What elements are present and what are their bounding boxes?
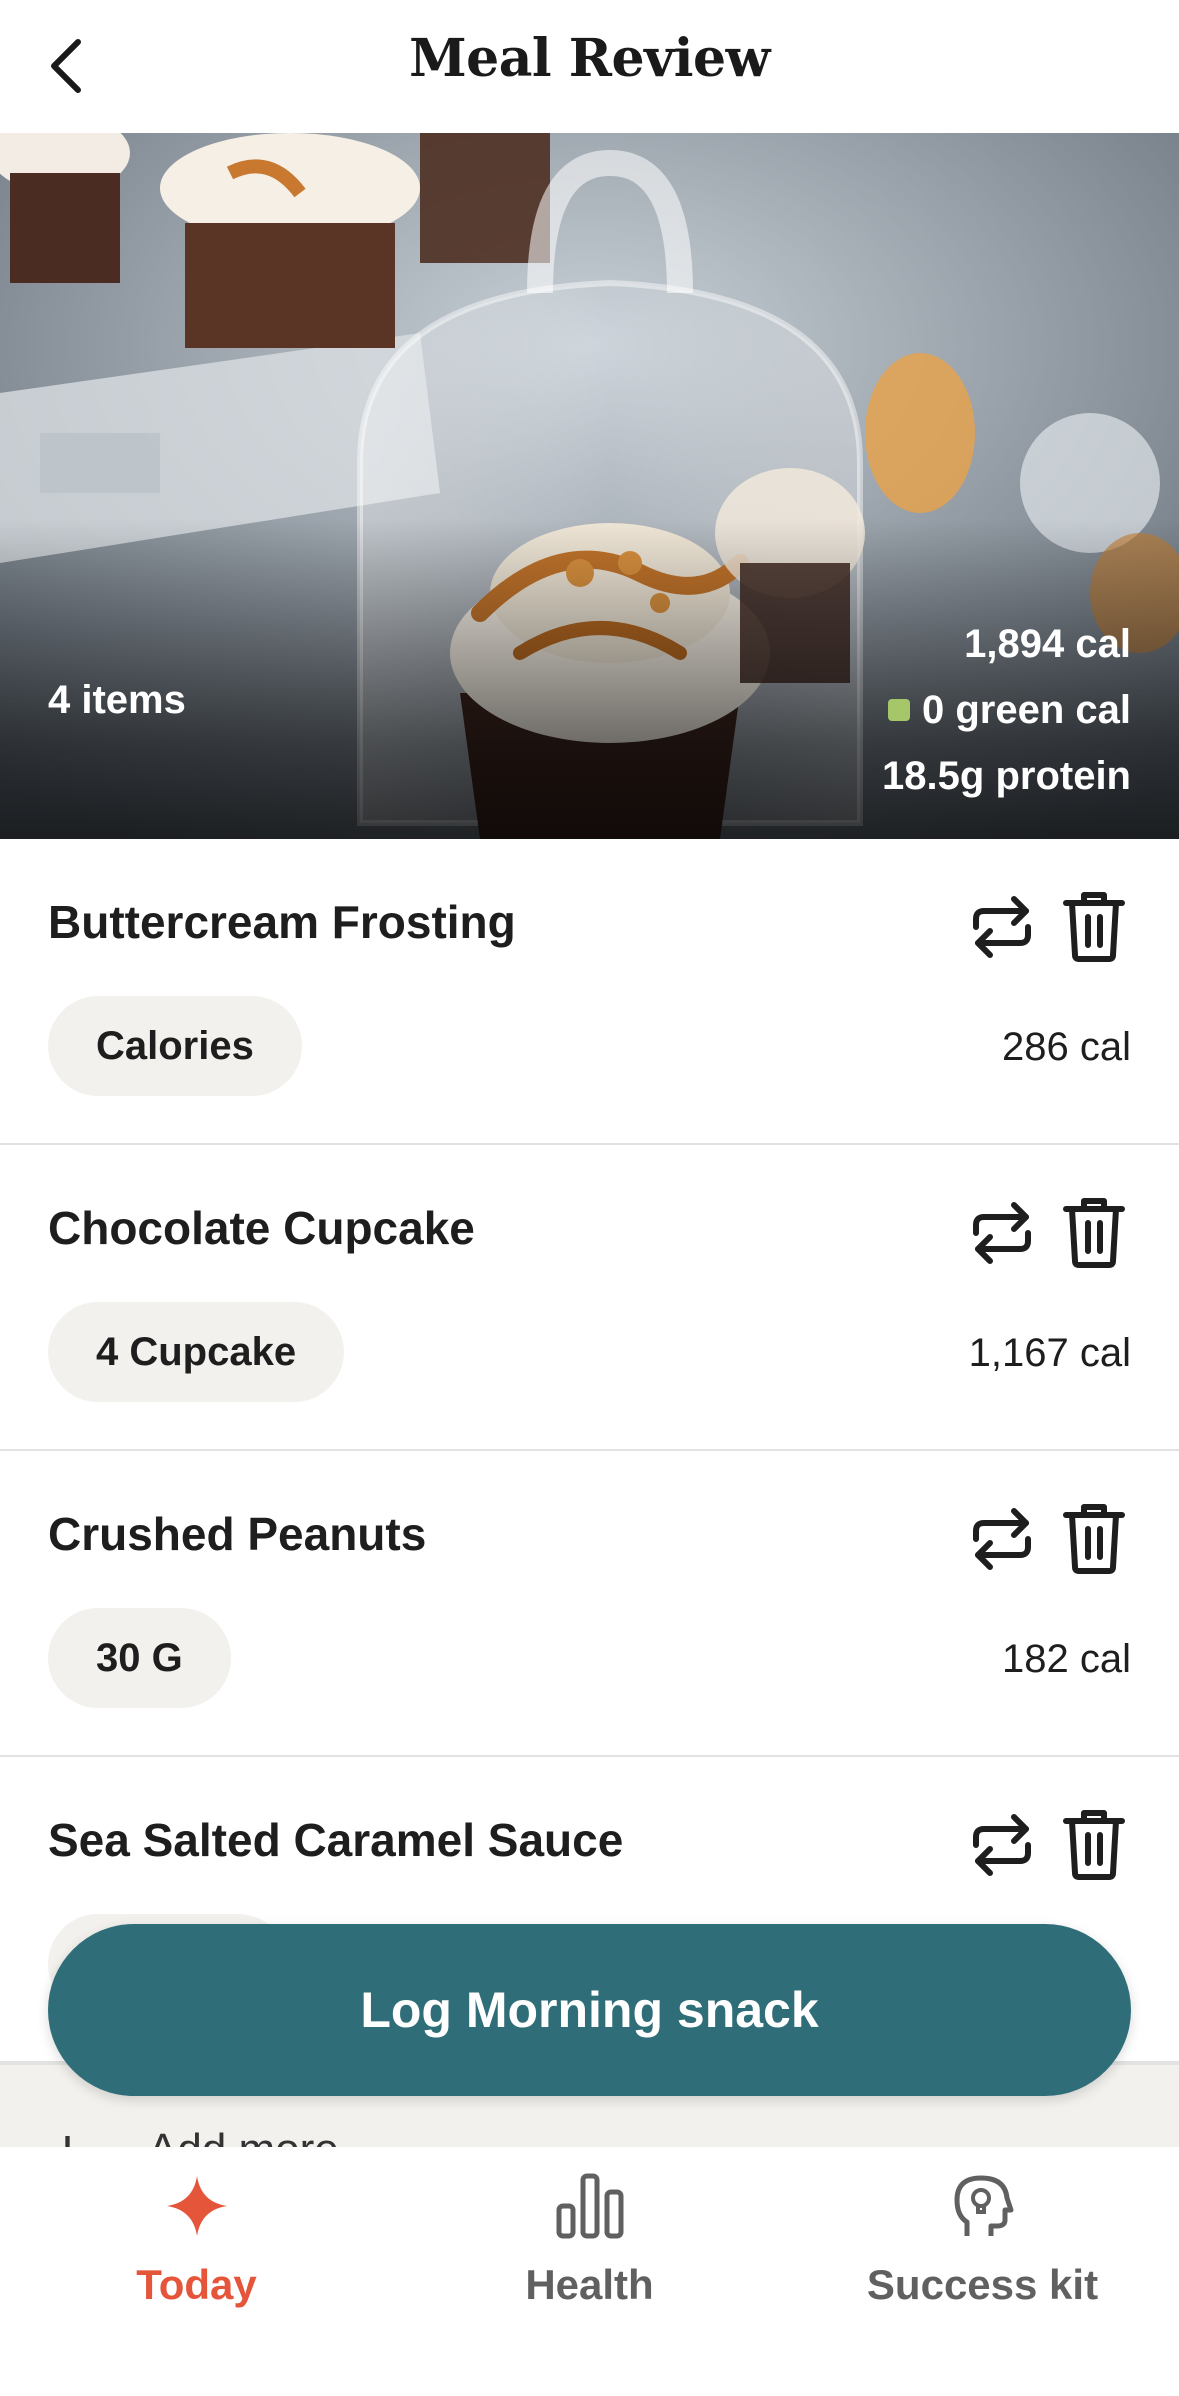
header: Meal Review [0,0,1179,133]
delete-button[interactable] [1062,889,1126,963]
food-item-calories: 1,167 cal [968,1331,1131,1375]
food-item-name: Buttercream Frosting [48,896,516,948]
meal-photo: 4 items 1,894 cal 0 green cal 18.5g prot… [0,133,1179,839]
serving-size-pill[interactable]: Calories [48,996,302,1096]
food-item-name: Crushed Peanuts [48,1508,427,1560]
serving-size-pill[interactable]: 30 G [48,1608,231,1708]
trash-icon [1063,1504,1125,1574]
delete-button[interactable] [1062,1195,1126,1269]
tab-today-label: Today [136,2261,257,2308]
head-idea-icon [954,2175,1013,2236]
total-calories: 1,894 cal [964,622,1131,666]
bar-chart-icon [556,2173,623,2239]
tab-success-kit-label: Success kit [866,2261,1099,2308]
food-item: Chocolate Cupcake 4 Cupcake 1,167 cal [0,1145,1179,1451]
food-items-list: Buttercream Frosting Calories 286 cal Ch… [0,839,1179,2063]
food-item-name: Sea Salted Caramel Sauce [48,1814,624,1866]
trash-icon [1063,1810,1125,1880]
log-meal-button[interactable]: Log Morning snack [48,1924,1131,2096]
swap-button[interactable] [966,891,1038,963]
delete-button[interactable] [1062,1807,1126,1881]
swap-arrows-icon [973,896,1031,958]
green-calories: 0 green cal [921,688,1131,732]
swap-button[interactable] [966,1809,1038,1881]
food-item-name: Chocolate Cupcake [48,1202,475,1254]
delete-button[interactable] [1062,1501,1126,1575]
swap-button[interactable] [966,1197,1038,1269]
swap-button[interactable] [966,1503,1038,1575]
tab-health-label: Health [525,2261,654,2308]
tab-today[interactable]: Today [0,2171,393,2311]
food-item-calories: 182 cal [1002,1637,1131,1681]
sparkle-icon [166,2176,227,2236]
food-item-calories: 286 cal [1002,1025,1131,1069]
protein-total: 18.5g protein [882,754,1131,798]
swap-arrows-icon [973,1508,1031,1570]
food-item: Buttercream Frosting Calories 286 cal [0,839,1179,1145]
tab-health[interactable]: Health [393,2171,786,2311]
page-title: Meal Review [409,28,770,89]
swap-arrows-icon [973,1202,1031,1264]
item-count: 4 items [48,678,186,722]
nutrition-summary: 1,894 cal 0 green cal 18.5g protein [882,611,1131,809]
trash-icon [1063,892,1125,962]
bottom-tab-bar: Today Health Success kit [0,2147,1179,2396]
tab-success-kit[interactable]: Success kit [786,2171,1179,2311]
green-dot-icon [887,699,910,721]
serving-size-pill[interactable]: 4 Cupcake [48,1302,345,1402]
food-item: Crushed Peanuts 30 G 182 cal [0,1451,1179,1757]
green-calories-row: 0 green cal [882,677,1131,743]
swap-arrows-icon [973,1814,1031,1876]
trash-icon [1063,1198,1125,1268]
